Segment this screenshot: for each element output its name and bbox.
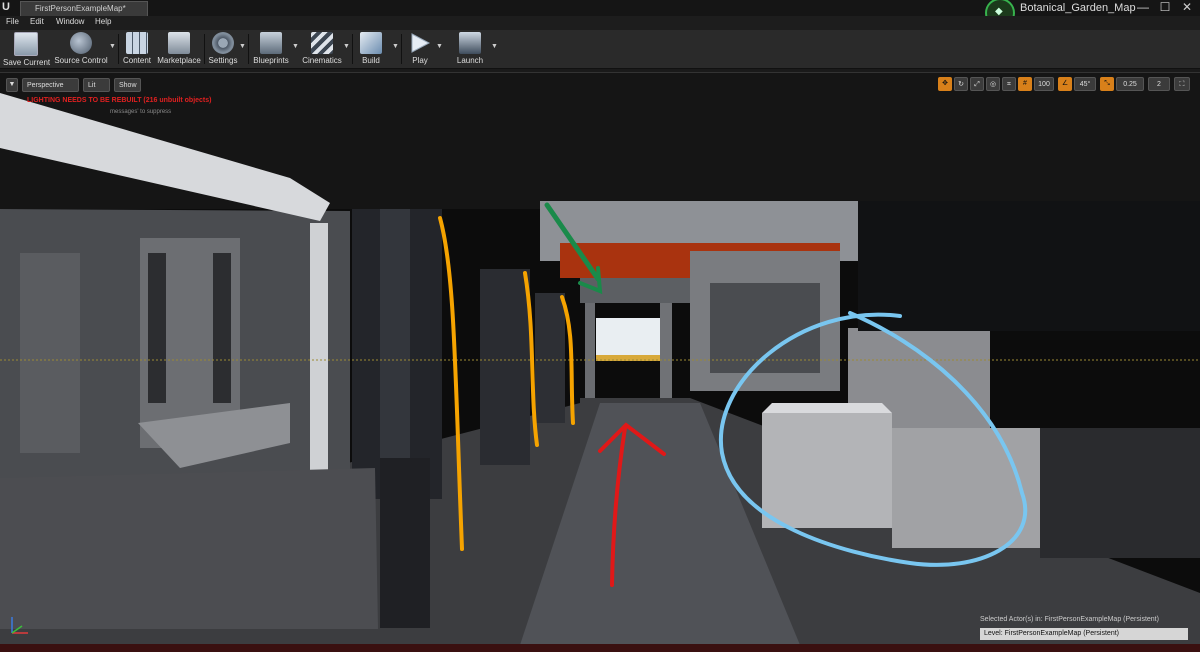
play-button[interactable]: Play — [405, 32, 435, 66]
scale-snap-icon[interactable]: ⤡ — [1100, 77, 1114, 91]
translate-mode-icon[interactable]: ✥ — [938, 77, 952, 91]
tab-first-person-example-map[interactable]: FirstPersonExampleMap* — [20, 1, 148, 16]
content-button[interactable]: Content — [121, 32, 153, 66]
save-icon — [14, 32, 38, 56]
perspective-button[interactable]: Perspective — [22, 78, 79, 92]
blueprints-button[interactable]: Blueprints — [251, 32, 291, 66]
toolbar-separator — [352, 34, 353, 64]
lighting-warning: LIGHTING NEEDS TO BE REBUILT (216 unbuil… — [27, 97, 212, 104]
toolbar-separator — [118, 34, 119, 64]
cinematics-dropdown-icon[interactable]: ▼ — [343, 43, 350, 50]
menu-file[interactable]: File — [6, 17, 19, 26]
menu-edit[interactable]: Edit — [30, 17, 44, 26]
unreal-logo-icon: U — [2, 1, 10, 13]
selected-actors-info: Selected Actor(s) in: FirstPersonExample… — [980, 616, 1159, 623]
scale-snap-value[interactable]: 0.25 — [1116, 77, 1144, 91]
save-current-button[interactable]: Save Current — [3, 32, 50, 67]
toolbar-separator — [204, 34, 205, 64]
source-control-dropdown-icon[interactable]: ▼ — [109, 43, 116, 50]
scale-mode-icon[interactable]: ⤢ — [970, 77, 984, 91]
build-dropdown-icon[interactable]: ▼ — [392, 43, 399, 50]
blueprints-icon — [260, 32, 282, 54]
maximize-viewport-icon[interactable]: ⛶ — [1174, 77, 1190, 91]
settings-icon — [212, 32, 234, 54]
show-button[interactable]: Show — [114, 78, 141, 92]
launch-button[interactable]: Launch — [452, 32, 488, 66]
play-dropdown-icon[interactable]: ▼ — [436, 43, 443, 50]
launch-dropdown-icon[interactable]: ▼ — [491, 43, 498, 50]
cinematics-icon — [311, 32, 333, 54]
show-label: Show — [119, 82, 137, 89]
warning-suppress-hint: messages' to suppress — [110, 109, 172, 115]
grid-snap-icon[interactable]: # — [1018, 77, 1032, 91]
content-icon — [126, 32, 148, 54]
world-local-icon[interactable]: ◎ — [986, 77, 1000, 91]
level-viewport[interactable]: ▼ Perspective Lit Show LIGHTING NEEDS TO… — [0, 72, 1200, 645]
lit-button[interactable]: Lit — [83, 78, 110, 92]
toolbar-separator — [401, 34, 402, 64]
menu-bar: File Edit Window Help — [0, 16, 1200, 30]
viewport-options-dropdown[interactable]: ▼ — [6, 78, 18, 92]
main-toolbar: Save Current Source Control ▼ Content Ma… — [0, 30, 1200, 69]
settings-button[interactable]: Settings — [207, 32, 239, 66]
close-button[interactable]: ✕ — [1178, 0, 1196, 14]
blueprints-dropdown-icon[interactable]: ▼ — [292, 43, 299, 50]
os-taskbar — [0, 644, 1200, 652]
menu-help[interactable]: Help — [95, 17, 111, 26]
rotation-snap-icon[interactable]: ∠ — [1058, 77, 1072, 91]
project-name: Botanical_Garden_Map — [1020, 2, 1136, 14]
minimize-button[interactable]: — — [1134, 0, 1152, 14]
build-icon — [360, 32, 382, 54]
cinematics-button[interactable]: Cinematics — [301, 32, 343, 66]
toolbar-separator — [248, 34, 249, 64]
marketplace-icon — [168, 32, 190, 54]
rotate-mode-icon[interactable]: ↻ — [954, 77, 968, 91]
source-control-icon — [70, 32, 92, 54]
menu-window[interactable]: Window — [56, 17, 84, 26]
camera-speed-value[interactable]: 2 — [1148, 77, 1170, 91]
maximize-button[interactable]: ☐ — [1156, 0, 1174, 14]
current-level-info: Level: FirstPersonExampleMap (Persistent… — [980, 628, 1188, 640]
launch-icon — [459, 32, 481, 54]
build-button[interactable]: Build — [355, 32, 387, 66]
title-bar: U FirstPersonExampleMap* ◆ Botanical_Gar… — [0, 0, 1200, 28]
settings-dropdown-icon[interactable]: ▼ — [239, 43, 246, 50]
lit-label: Lit — [88, 82, 96, 89]
source-control-button[interactable]: Source Control — [54, 32, 108, 66]
scene-render — [0, 73, 1200, 645]
perspective-label: Perspective — [27, 82, 64, 89]
grid-snap-value[interactable]: 100 — [1034, 77, 1054, 91]
axis-gizmo-icon — [11, 617, 28, 634]
rotation-snap-value[interactable]: 45° — [1074, 77, 1096, 91]
play-icon — [411, 33, 431, 53]
surface-snap-icon[interactable]: ⌗ — [1002, 77, 1016, 91]
marketplace-button[interactable]: Marketplace — [156, 32, 202, 66]
